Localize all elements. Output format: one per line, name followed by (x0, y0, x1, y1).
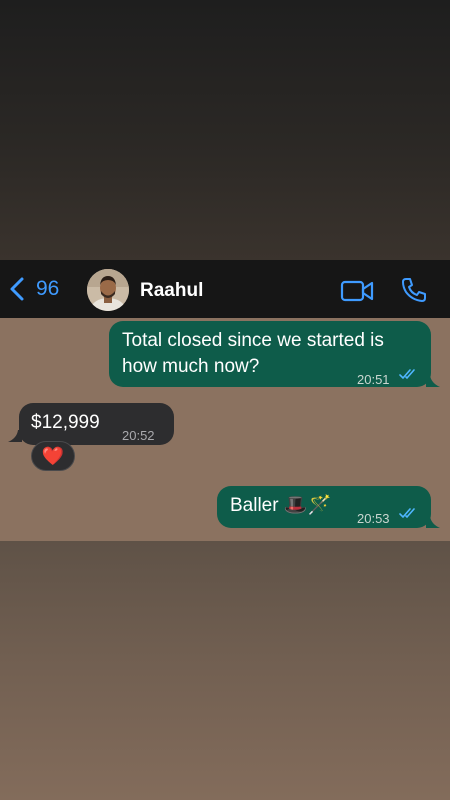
outgoing-message[interactable]: Total closed since we started is how muc… (109, 321, 431, 387)
bottom-background (0, 541, 450, 800)
double-check-icon (399, 369, 415, 380)
top-background (0, 0, 450, 260)
chevron-left-icon (10, 277, 24, 301)
avatar[interactable] (87, 269, 129, 311)
avatar-image (87, 269, 129, 311)
bubble-tail (426, 375, 440, 387)
incoming-message[interactable]: $12,999 20:52 (19, 403, 174, 445)
message-text: $12,999 (31, 412, 100, 433)
double-check-icon (399, 508, 415, 519)
message-time: 20:53 (357, 511, 390, 526)
outgoing-message[interactable]: Baller 🎩🪄 20:53 (217, 486, 431, 528)
message-text-line: Total closed since we started is (122, 330, 384, 351)
message-text: Baller 🎩🪄 (230, 495, 332, 516)
video-camera-icon (340, 280, 374, 302)
heart-icon: ❤️ (41, 445, 65, 466)
chat-header: 96 (0, 260, 450, 318)
reaction-badge[interactable]: ❤️ (31, 441, 75, 471)
bubble-tail (8, 430, 22, 442)
unread-count: 96 (36, 277, 60, 300)
back-button[interactable]: 96 (8, 274, 59, 304)
video-call-button[interactable] (340, 278, 374, 304)
contact-name[interactable]: Raahul (140, 280, 203, 302)
bubble-tail (426, 516, 440, 528)
message-text-line: how much now? (122, 356, 260, 377)
message-time: 20:51 (357, 372, 390, 387)
message-time: 20:52 (122, 428, 155, 443)
phone-icon (402, 278, 426, 302)
voice-call-button[interactable] (400, 276, 428, 304)
